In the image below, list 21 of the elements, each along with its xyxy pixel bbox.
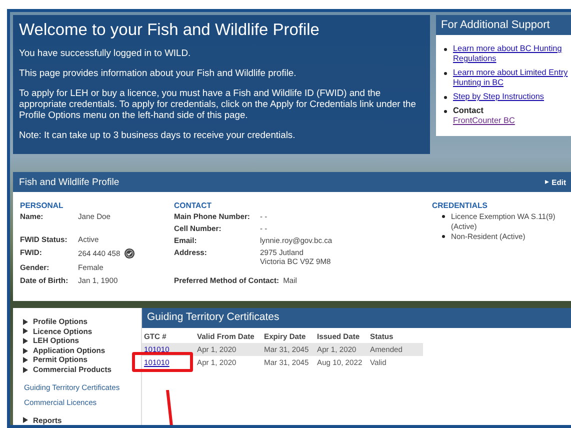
certificates-title: Guiding Territory Certificates: [142, 308, 571, 328]
welcome-paragraph: Note: It can take up to 3 business days to receive your credentials.: [19, 129, 296, 140]
welcome-paragraph: You have successfully logged in to WILD.: [19, 47, 192, 58]
contact-label: Contact: [453, 106, 484, 115]
caret-icon: [544, 180, 549, 184]
bullet-icon: [442, 215, 445, 218]
welcome-title: Welcome to your Fish and Wildlife Profile: [19, 21, 320, 40]
support-title: For Additional Support: [436, 15, 571, 35]
welcome-paragraph: To apply for LEH or buy a licence, you must have a Fish and Wildlife ID (FWID) and the appropriate credentials. To apply for credentials, click on the Apply for Credentials link under the Profile Options menu on the left-hand side of this page.: [19, 87, 417, 120]
bullet-icon: [444, 96, 447, 99]
welcome-paragraph: This page provides information about your Fish and Wildlife profile.: [19, 67, 298, 78]
bullet-icon: [442, 235, 445, 238]
support-link[interactable]: Learn more about Limited Entry Hunting in BC: [453, 68, 571, 88]
support-link[interactable]: Learn more about BC Hunting Regulations: [453, 44, 571, 64]
bullet-icon: [444, 72, 447, 75]
bullet-icon: [444, 48, 447, 51]
support-link[interactable]: Step by Step Instructions: [453, 92, 544, 102]
bullet-icon: [444, 110, 447, 113]
profile-title: Fish and Wildlife Profile: [19, 176, 120, 188]
contact-link[interactable]: FrontCounter BC: [453, 116, 515, 126]
caret-icon: [23, 417, 28, 424]
